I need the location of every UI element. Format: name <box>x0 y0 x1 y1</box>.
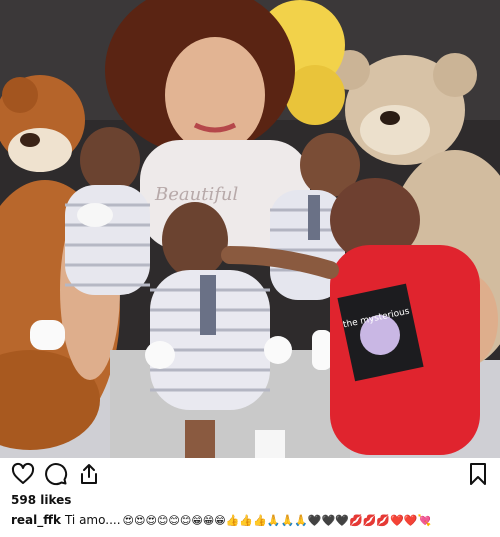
likes-count[interactable]: 598 likes <box>11 493 71 507</box>
post-actions-bar <box>0 462 500 492</box>
caption-emojis: 😍😍😍😊😊😊😁😁😁👍👍👍🙏🙏🙏🖤🖤🖤💋💋💋❤️❤️💘 <box>122 514 432 527</box>
comment-icon[interactable] <box>44 462 68 486</box>
svg-text:Beautiful: Beautiful <box>154 184 238 205</box>
instagram-post: Beautiful the mysterious 598 likes real_… <box>0 0 500 537</box>
bookmark-icon[interactable] <box>466 462 490 486</box>
post-photo[interactable]: Beautiful the mysterious <box>0 0 500 458</box>
caption-text: Ti amo.... <box>64 513 121 527</box>
heart-icon[interactable] <box>11 462 35 486</box>
photo-illustration: Beautiful the mysterious <box>0 0 500 458</box>
post-caption: real_ffk Ti amo.... 😍😍😍😊😊😊😁😁😁👍👍👍🙏🙏🙏🖤🖤🖤💋💋💋❤… <box>11 513 431 527</box>
caption-username[interactable]: real_ffk <box>11 513 61 527</box>
share-icon[interactable] <box>77 462 101 486</box>
